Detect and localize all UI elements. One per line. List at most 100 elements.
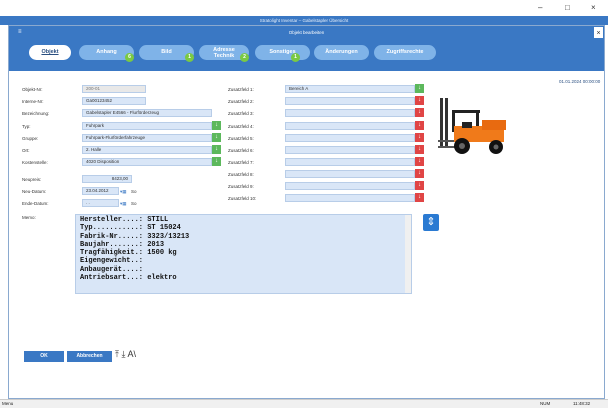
zusatzfeld-5-field[interactable] xyxy=(285,134,415,142)
dropdown-arrow-icon[interactable]: ↓ xyxy=(212,145,221,154)
memo-textarea[interactable]: Hersteller....: STILL Typ...........: ST… xyxy=(75,214,412,294)
ende-datum-field[interactable]: . . xyxy=(82,199,119,207)
label-zusatzfeld-6: Zusatzfeld 6: xyxy=(228,148,254,153)
zusatzfeld-7-field[interactable] xyxy=(285,158,415,166)
label-objekt-nr: Objekt-Nr: xyxy=(22,87,43,92)
zusatzfeld-9-field[interactable] xyxy=(285,182,415,190)
kostenstelle-field[interactable]: 4020 Disposition xyxy=(82,158,212,166)
dropdown-arrow-icon[interactable]: ↓ xyxy=(415,157,424,166)
ok-button[interactable]: OK xyxy=(24,351,64,362)
objekt-nr-field[interactable]: 200-01 xyxy=(82,85,146,93)
calendar-icon[interactable]: ▾▦ xyxy=(120,189,127,195)
tab-badge: 1 xyxy=(291,53,300,62)
dropdown-arrow-icon[interactable]: ↓ xyxy=(415,169,424,178)
dropdown-arrow-icon[interactable]: ↓ xyxy=(415,108,424,117)
dialog-close-button[interactable]: × xyxy=(593,26,604,39)
tab-anhang[interactable]: Anhang 6 xyxy=(79,45,134,62)
zusatzfeld-8-field[interactable] xyxy=(285,170,415,178)
label-zusatzfeld-4: Zusatzfeld 4: xyxy=(228,124,254,129)
memo-line: Fabrik-Nr.....: 3323/13213 xyxy=(80,232,190,241)
label-bezeichnung: Bezeichnung: xyxy=(22,111,50,116)
status-bar: Menu NUM 11:48:32 xyxy=(0,399,608,408)
dropdown-arrow-icon[interactable]: ↓ xyxy=(415,84,424,93)
dropdown-arrow-icon[interactable]: ↓ xyxy=(415,133,424,142)
tab-badge: 1 xyxy=(185,53,194,62)
typ-field[interactable]: Fuhrpark xyxy=(82,122,212,130)
outer-window-bar: – □ × xyxy=(0,0,608,16)
tab-adresse-technik[interactable]: Adresse Technik 2 xyxy=(199,45,249,62)
tab-zugriffsrechte[interactable]: Zugriffsrechte xyxy=(374,45,436,60)
label-zusatzfeld-10: Zusatzfeld 10: xyxy=(228,196,257,201)
memo-line: Antriebsart...: elektro xyxy=(80,274,177,283)
tab-aenderungen[interactable]: Änderungen xyxy=(314,45,369,60)
dropdown-arrow-icon[interactable]: ↓ xyxy=(212,121,221,130)
zusatzfeld-3-field[interactable] xyxy=(285,109,415,117)
memo-line: Tragfähigkeit.: 1500 kg xyxy=(80,249,177,258)
cancel-button[interactable]: Abbrechen xyxy=(67,351,112,362)
interne-nr-field[interactable]: Ga00123452 xyxy=(82,97,146,105)
label-zusatzfeld-8: Zusatzfeld 8: xyxy=(228,172,254,177)
dropdown-arrow-icon[interactable]: ↓ xyxy=(415,121,424,130)
status-menu: Menu xyxy=(2,401,14,406)
dropdown-arrow-icon[interactable]: ↓ xyxy=(415,96,424,105)
calendar-icon[interactable]: ▾▦ xyxy=(120,201,127,207)
label-zusatzfeld-9: Zusatzfeld 9: xyxy=(228,184,254,189)
close-window-button[interactable]: × xyxy=(591,3,596,12)
label-memo: Memo: xyxy=(22,215,36,220)
gruppe-field[interactable]: Fuhrpark-Flurförderfahrzeuge xyxy=(82,134,212,142)
background-window-title: Stratolight Inventar – Gabelstapler Über… xyxy=(0,16,608,25)
memo-line: Typ...........: ST 15024 xyxy=(80,224,181,233)
label-zusatzfeld-7: Zusatzfeld 7: xyxy=(228,160,254,165)
ende-datum-weekday: So xyxy=(131,201,137,206)
memo-scrollbar[interactable] xyxy=(405,215,411,293)
label-neupreis: Neupreis: xyxy=(22,177,42,182)
dropdown-arrow-icon[interactable]: ↓ xyxy=(415,181,424,190)
dialog-title-bar: ≡ Objekt bearbeiten × xyxy=(9,26,604,39)
label-ort: Ort: xyxy=(22,148,30,153)
ort-field[interactable]: 2. Halle xyxy=(82,146,212,154)
memo-line: Hersteller....: STILL xyxy=(80,216,169,224)
label-gruppe: Gruppe: xyxy=(22,136,39,141)
memo-line: Eigengewicht..: xyxy=(80,257,144,266)
dropdown-arrow-icon[interactable]: ↓ xyxy=(415,145,424,154)
tab-badge: 2 xyxy=(240,53,249,62)
label-neu-datum: Neu-Datum: xyxy=(22,189,47,194)
tab-bar: Objekt Anhang 6 Bild 1 Adresse Technik 2 Son… xyxy=(9,39,604,71)
label-ende-datum: Ende-Datum: xyxy=(22,201,49,206)
bezeichnung-field[interactable]: Gabelstapler E4566 - Flurförderzeug xyxy=(82,109,212,117)
zusatzfeld-10-field[interactable] xyxy=(285,194,415,202)
label-kostenstelle: Kostenstelle: xyxy=(22,160,48,165)
zusatzfeld-6-field[interactable] xyxy=(285,146,415,154)
neupreis-field[interactable]: 8423,00 xyxy=(82,175,132,183)
dropdown-arrow-icon[interactable]: ↓ xyxy=(212,157,221,166)
status-time: 11:48:32 xyxy=(573,401,591,406)
tab-badge: 6 xyxy=(125,53,134,62)
dropdown-arrow-icon[interactable]: ↓ xyxy=(212,133,221,142)
sort-arrows-button[interactable]: ⇕ xyxy=(423,214,439,231)
label-zusatzfeld-5: Zusatzfeld 5: xyxy=(228,136,254,141)
upload-download-font-icons[interactable]: ⤒ ⤓ A\ xyxy=(115,349,136,360)
tab-bild[interactable]: Bild 1 xyxy=(139,45,194,62)
label-zusatzfeld-1: Zusatzfeld 1: xyxy=(228,87,254,92)
edit-object-dialog: ≡ Objekt bearbeiten × Objekt Anhang 6 Bil… xyxy=(8,25,605,399)
label-typ: Typ: xyxy=(22,124,31,129)
tab-sonstiges[interactable]: Sonstiges 1 xyxy=(255,45,310,62)
zusatzfeld-1-field[interactable]: Bereich A xyxy=(285,85,415,93)
menu-icon[interactable]: ≡ xyxy=(18,26,22,39)
memo-line: Anbaugerät....: xyxy=(80,265,144,274)
dropdown-arrow-icon[interactable]: ↓ xyxy=(415,193,424,202)
label-zusatzfeld-3: Zusatzfeld 3: xyxy=(228,111,254,116)
minimize-button[interactable]: – xyxy=(538,3,542,12)
status-num: NUM xyxy=(540,401,551,406)
memo-line: Baujahr.......: 2013 xyxy=(80,240,165,249)
neu-datum-weekday: So xyxy=(131,189,137,194)
neu-datum-field[interactable]: 23.04.2012 xyxy=(82,187,119,195)
maximize-button[interactable]: □ xyxy=(565,3,570,12)
zusatzfeld-4-field[interactable] xyxy=(285,122,415,130)
forklift-image xyxy=(438,98,506,154)
tab-objekt[interactable]: Objekt xyxy=(29,45,71,60)
timestamp: 01.01.2024 00:00:00 xyxy=(559,79,601,84)
label-zusatzfeld-2: Zusatzfeld 2: xyxy=(228,99,254,104)
dialog-title: Objekt bearbeiten xyxy=(288,30,325,35)
zusatzfeld-2-field[interactable] xyxy=(285,97,415,105)
